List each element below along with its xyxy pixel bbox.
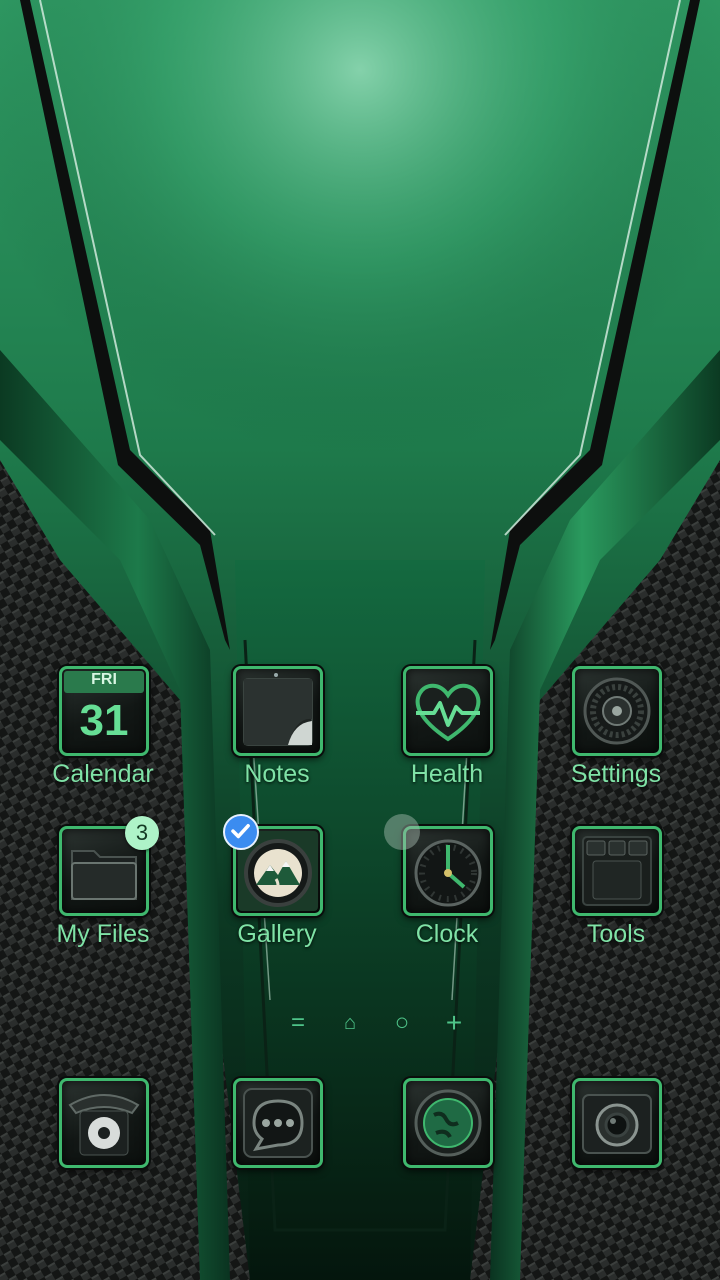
home-icon[interactable]: ⌂ (337, 1010, 363, 1036)
app-gallery[interactable]: Gallery (207, 814, 347, 976)
calendar-date-label: 31 (79, 696, 129, 745)
app-notes[interactable]: Notes (207, 666, 347, 816)
messages-icon (233, 1078, 323, 1168)
dock-camera[interactable] (572, 1078, 662, 1168)
app-label: Gallery (237, 920, 317, 948)
home-screen: FRI 31 Calendar Notes Health Settings 3 … (0, 0, 720, 1280)
calendar-icon: FRI 31 (59, 666, 149, 756)
app-label: Tools (586, 920, 646, 948)
health-heart-icon (403, 666, 493, 756)
notification-badge: 3 (125, 816, 159, 850)
app-label: My Files (56, 920, 150, 948)
page-dot-icon[interactable]: ○ (389, 1010, 415, 1036)
app-health[interactable]: Health (377, 666, 517, 816)
app-label: Notes (244, 760, 310, 788)
notes-icon (233, 666, 323, 756)
dock-messages[interactable] (233, 1078, 323, 1168)
app-label: Settings (570, 760, 662, 788)
app-label: Clock (415, 920, 479, 948)
app-label: Calendar (52, 760, 154, 788)
browser-icon (403, 1078, 493, 1168)
tools-icon (572, 826, 662, 916)
app-tools[interactable]: Tools (546, 826, 686, 976)
app-label: Health (410, 760, 484, 788)
add-page-icon[interactable]: + (441, 1009, 467, 1037)
selected-check-icon (223, 814, 259, 850)
dock-browser[interactable] (403, 1078, 493, 1168)
settings-gear-icon (572, 666, 662, 756)
calendar-day-label: FRI (91, 671, 117, 688)
menu-lines-icon[interactable]: = (285, 1010, 311, 1036)
app-my-files[interactable]: 3 My Files (33, 816, 173, 976)
camera-icon (572, 1078, 662, 1168)
phone-icon (59, 1078, 149, 1168)
app-settings[interactable]: Settings (546, 666, 686, 816)
app-calendar[interactable]: FRI 31 Calendar (33, 666, 173, 816)
touch-indicator (384, 814, 420, 850)
dock-phone[interactable] (59, 1078, 149, 1168)
